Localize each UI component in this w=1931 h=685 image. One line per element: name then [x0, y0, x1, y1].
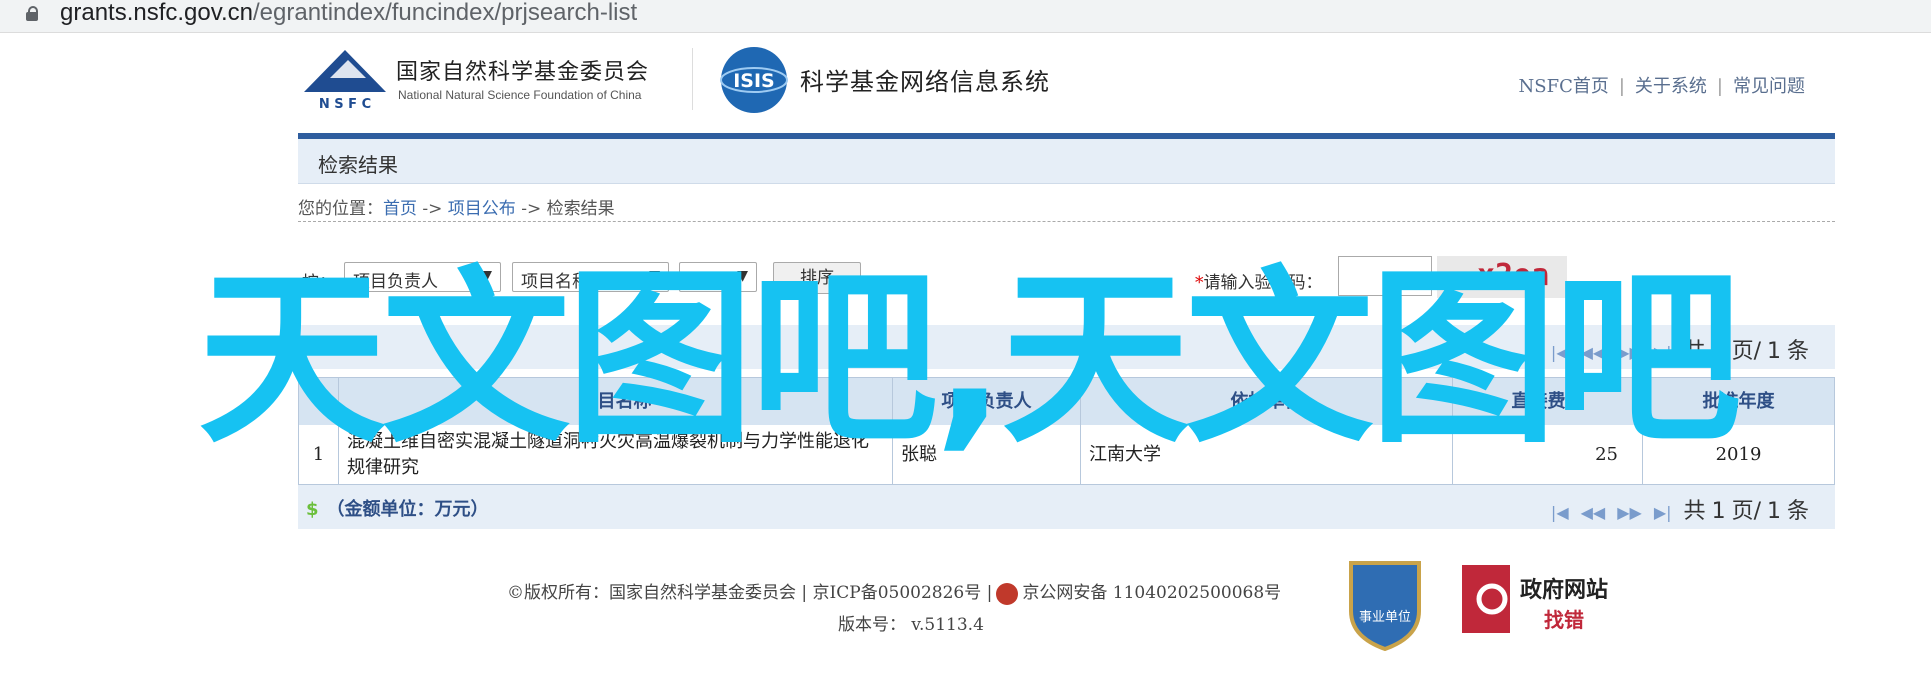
header-divider: [692, 48, 693, 110]
breadcrumb-divider: [298, 221, 1835, 222]
org-name-cn: 国家自然科学基金委员会: [396, 60, 650, 85]
pager-bottom: $ （金额单位：万元） |◀ ◀◀ ▶▶ ▶| 共 1 页/1 条: [298, 485, 1835, 529]
next-page-icon[interactable]: ▶▶: [1617, 503, 1642, 522]
pager-controls: |◀ ◀◀ ▶▶ ▶| 共 1 页/1 条: [1550, 499, 1809, 524]
first-page-icon[interactable]: |◀: [1551, 503, 1569, 522]
footer-copyright: ©版权所有：国家自然科学基金委员会 | 京ICP备05002826号 | 京公网安…: [507, 582, 1282, 605]
breadcrumb-home[interactable]: 首页: [383, 199, 417, 219]
nav-nsfc-home[interactable]: NSFC首页: [1519, 76, 1609, 97]
system-title: 科学基金网络信息系统: [800, 68, 1050, 96]
watermark-overlay: 天文图吧,天文图吧: [198, 250, 1741, 469]
svg-text:事业单位: 事业单位: [1359, 610, 1411, 625]
breadcrumb: 您的位置：首页 -> 项目公布 -> 检索结果: [298, 199, 615, 219]
police-badge-icon: [996, 582, 1019, 605]
lock-icon[interactable]: [26, 6, 38, 21]
browser-address-bar[interactable]: grants.nsfc.gov.cn/egrantindex/funcindex…: [0, 0, 1931, 33]
nsfc-logo[interactable]: N S F C: [300, 48, 390, 112]
last-page-icon[interactable]: ▶|: [1654, 503, 1672, 522]
money-icon: $: [306, 499, 319, 520]
police-record-link[interactable]: 京公网安备 11040202500068号: [1022, 583, 1281, 603]
public-institution-badge[interactable]: 事业单位: [1345, 555, 1425, 651]
org-name-en: National Natural Science Foundation of C…: [398, 88, 642, 102]
gov-error-label[interactable]: 找错: [1544, 604, 1584, 633]
nav-about-system[interactable]: 关于系统: [1635, 76, 1707, 97]
amount-unit-note: $ （金额单位：万元）: [306, 499, 489, 520]
section-title: 检索结果: [318, 153, 398, 177]
section-header: 检索结果: [298, 139, 1835, 184]
url-text[interactable]: grants.nsfc.gov.cn/egrantindex/funcindex…: [60, 0, 637, 27]
prev-page-icon[interactable]: ◀◀: [1581, 503, 1606, 522]
breadcrumb-project-publish[interactable]: 项目公布: [448, 199, 516, 219]
svg-text:N S F C: N S F C: [319, 97, 371, 112]
breadcrumb-current: 检索结果: [546, 199, 615, 219]
top-nav: NSFC首页 | 关于系统 | 常见问题: [1518, 76, 1806, 97]
nav-faq[interactable]: 常见问题: [1733, 76, 1805, 97]
isis-logo[interactable]: ISIS: [718, 44, 790, 116]
svg-text:ISIS: ISIS: [733, 70, 775, 92]
gov-site-label[interactable]: 政府网站: [1520, 572, 1608, 604]
footer-version: 版本号： v.5113.4: [838, 615, 984, 635]
